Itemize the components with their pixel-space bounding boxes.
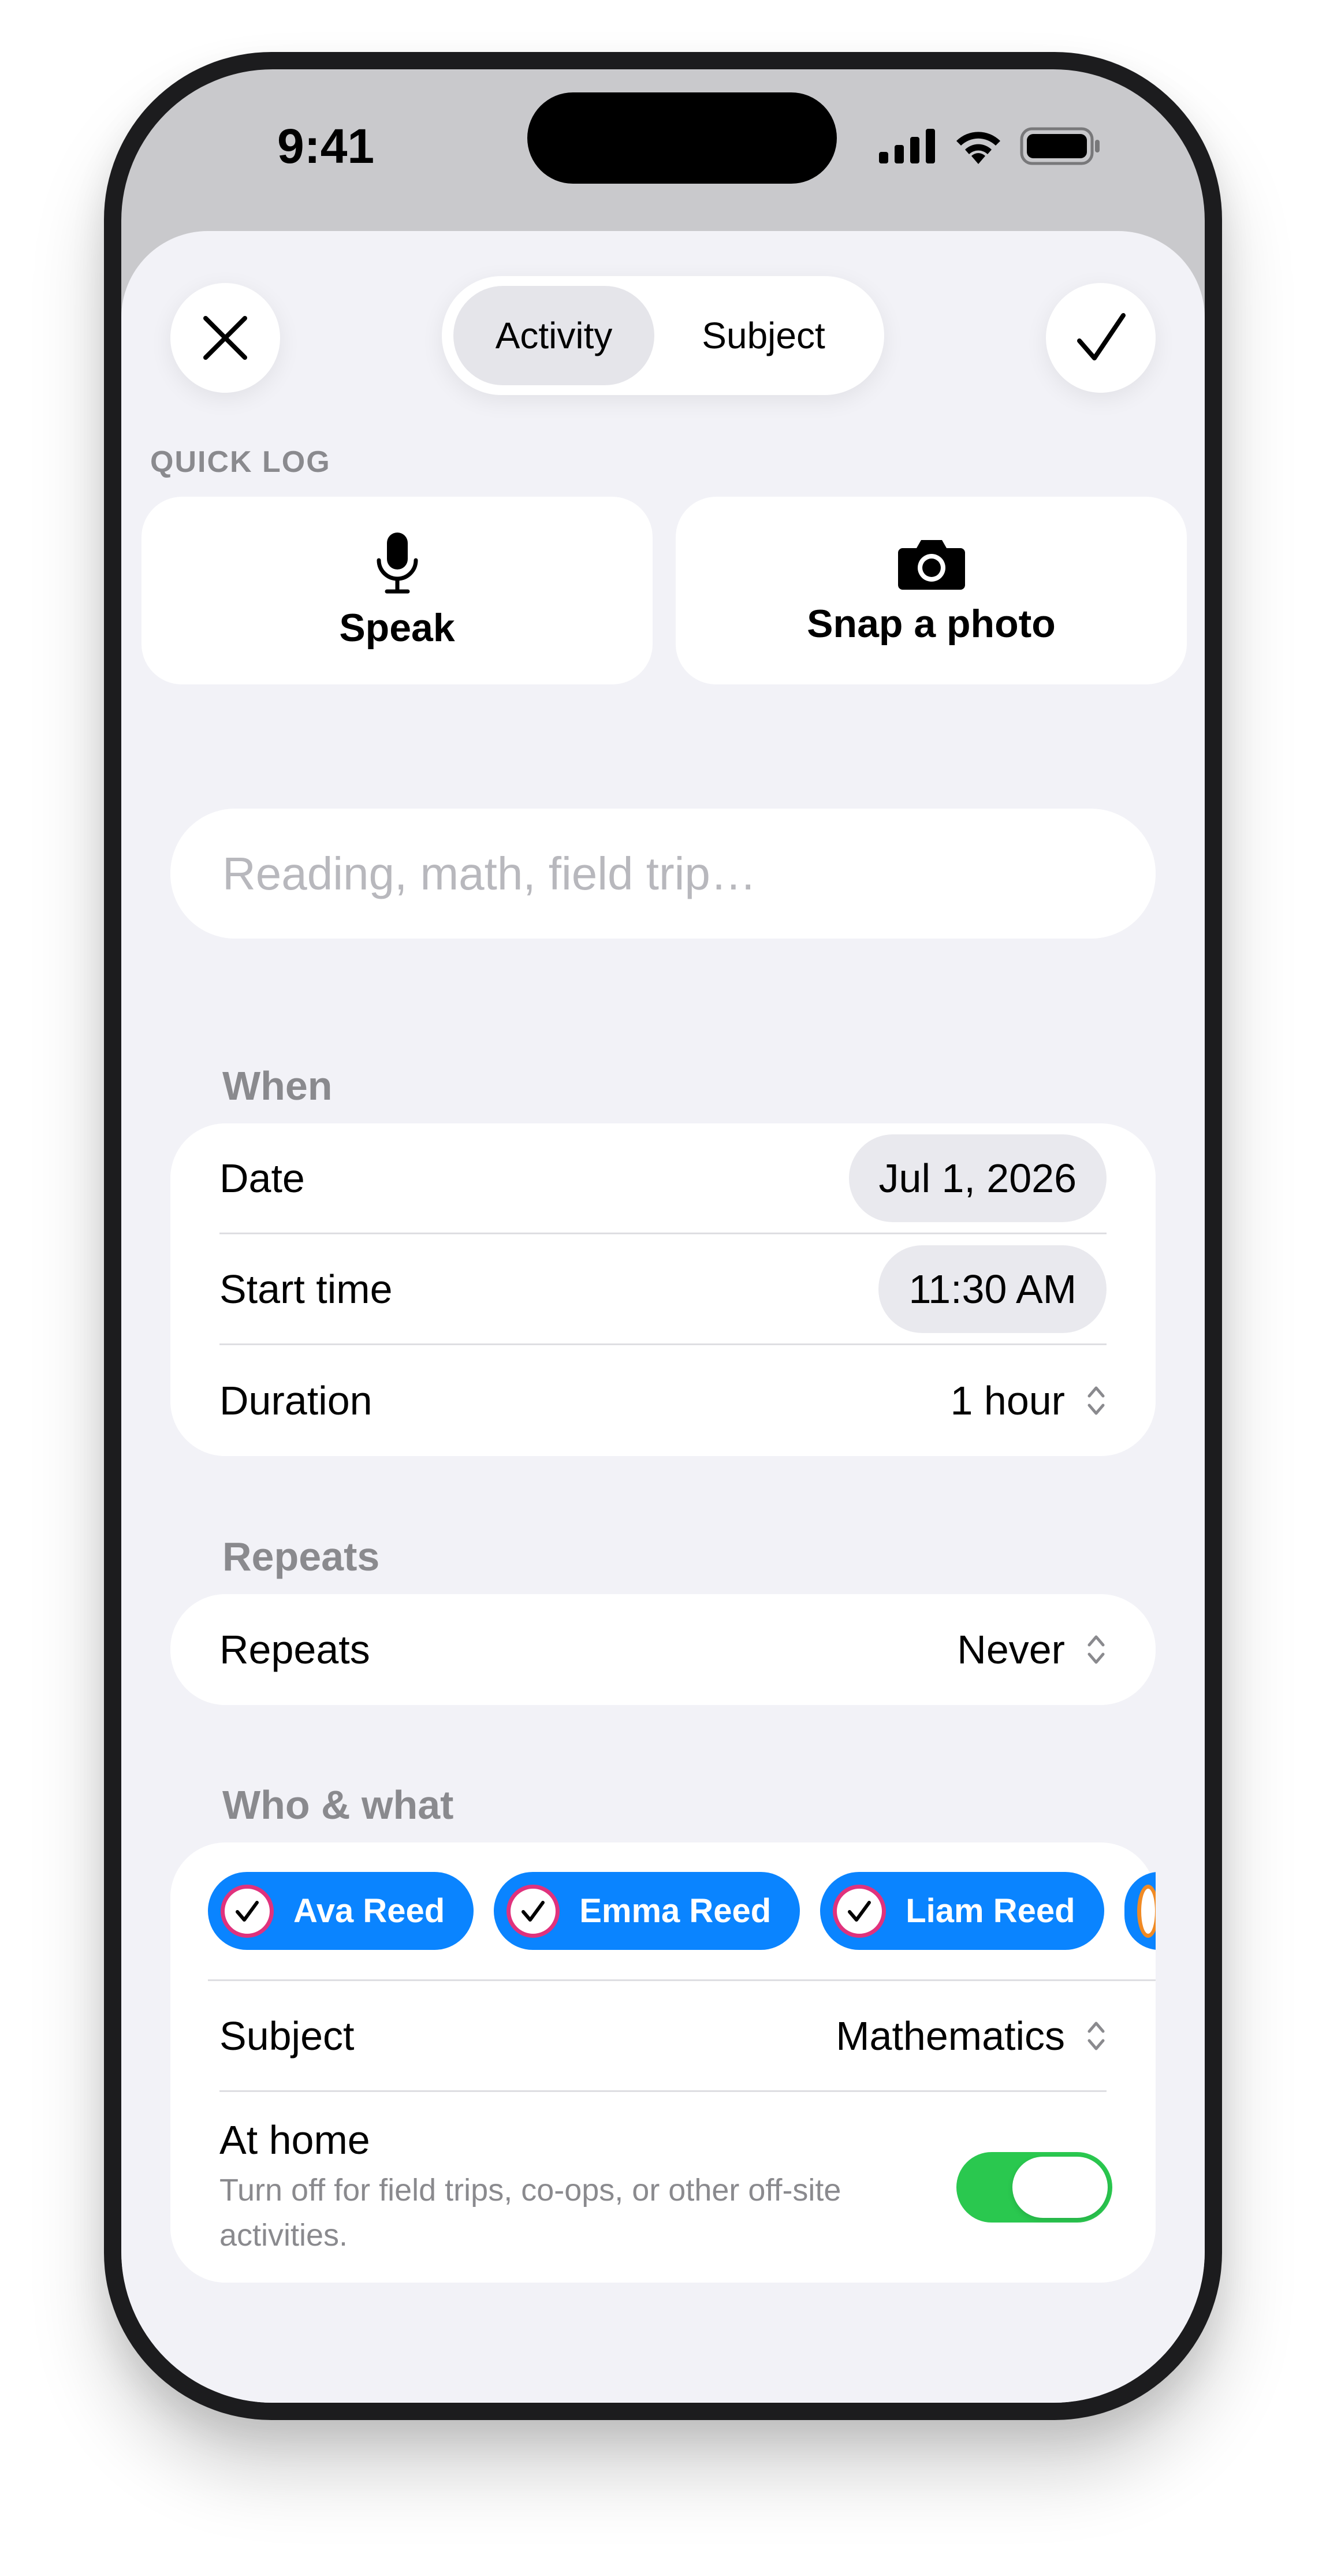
close-button[interactable] [170,283,280,393]
at-home-text: At home Turn off for field trips, co-ops… [219,2117,941,2258]
wifi-icon [956,132,1000,164]
who-what-group: Ava Reed Emma Reed Liam Reed Subject Mat… [170,1842,1156,2283]
chevron-up-down-icon [1087,2022,1105,2050]
activity-subject-segmented-control: Activity Subject [442,276,884,395]
tab-activity[interactable]: Activity [453,286,655,385]
checkmark-icon [1077,313,1126,360]
duration-picker[interactable]: 1 hour [951,1378,1107,1424]
duration-label: Duration [219,1378,373,1423]
camera-icon [897,539,965,590]
signal-icon [879,129,935,163]
when-group: Date Jul 1, 2026 Start time 11:30 AM Dur… [170,1123,1156,1456]
snap-photo-label: Snap a photo [807,601,1056,646]
date-row: Date Jul 1, 2026 [219,1123,1107,1234]
status-icons [879,127,1101,165]
add-activity-sheet: Activity Subject QUICK LOG Speak Snap a … [121,231,1205,2403]
at-home-row: At home Turn off for field trips, co-ops… [219,2092,1112,2283]
status-time: 9:41 [277,119,375,173]
duration-row[interactable]: Duration 1 hour [219,1345,1107,1456]
chevron-up-down-icon [1087,1635,1105,1664]
speak-button[interactable]: Speak [141,497,653,684]
student-chips: Ava Reed Emma Reed Liam Reed [208,1842,1156,1981]
date-picker[interactable]: Jul 1, 2026 [848,1134,1107,1222]
student-name: Liam Reed [906,1892,1075,1930]
subject-row[interactable]: Subject Mathematics [219,1981,1107,2092]
quick-log-heading: QUICK LOG [150,445,331,479]
repeats-label: Repeats [219,1627,370,1672]
start-time-picker[interactable]: 11:30 AM [878,1245,1107,1333]
check-icon [506,1884,560,1938]
screen: 9:41 Activity Subject QUICK LOG Speak Sn… [121,69,1205,2403]
speak-label: Speak [339,605,455,650]
check-icon [833,1884,887,1938]
snap-photo-button[interactable]: Snap a photo [676,497,1187,684]
chevron-up-down-icon [1087,1386,1105,1415]
repeats-row[interactable]: Repeats Never [219,1594,1107,1705]
check-icon [221,1884,274,1938]
check-icon [1137,1884,1156,1938]
at-home-label: At home [219,2117,370,2162]
who-what-heading: Who & what [222,1782,454,1827]
start-time-label: Start time [219,1266,393,1312]
repeats-picker[interactable]: Never [957,1626,1107,1673]
student-name: Ava Reed [293,1892,445,1930]
at-home-toggle[interactable] [956,2152,1112,2223]
battery-icon [1020,127,1100,165]
activity-name-input[interactable] [221,846,1105,901]
start-time-row: Start time 11:30 AM [219,1234,1107,1345]
subject-value: Mathematics [836,2013,1065,2058]
subject-picker[interactable]: Mathematics [836,2013,1107,2059]
toggle-knob [1012,2157,1108,2218]
when-heading: When [222,1063,333,1108]
repeats-value: Never [957,1627,1065,1672]
microphone-icon [377,532,418,593]
repeats-heading: Repeats [222,1534,380,1579]
duration-value: 1 hour [950,1378,1065,1423]
activity-name-field[interactable] [170,809,1156,939]
dynamic-island [527,92,837,184]
student-chip[interactable]: Emma Reed [494,1872,800,1950]
student-name: Emma Reed [579,1892,772,1930]
subject-label: Subject [219,2013,355,2058]
close-icon [203,316,247,360]
student-chip[interactable]: Ava Reed [208,1872,474,1950]
student-chip[interactable]: Liam Reed [820,1872,1104,1950]
tab-subject[interactable]: Subject [654,286,873,385]
at-home-description: Turn off for field trips, co-ops, or oth… [219,2173,841,2253]
date-label: Date [219,1155,305,1201]
done-button[interactable] [1046,283,1156,393]
student-chip-partial[interactable] [1124,1872,1156,1950]
repeats-group: Repeats Never [170,1594,1156,1705]
phone-frame: 9:41 Activity Subject QUICK LOG Speak Sn… [104,52,1222,2420]
